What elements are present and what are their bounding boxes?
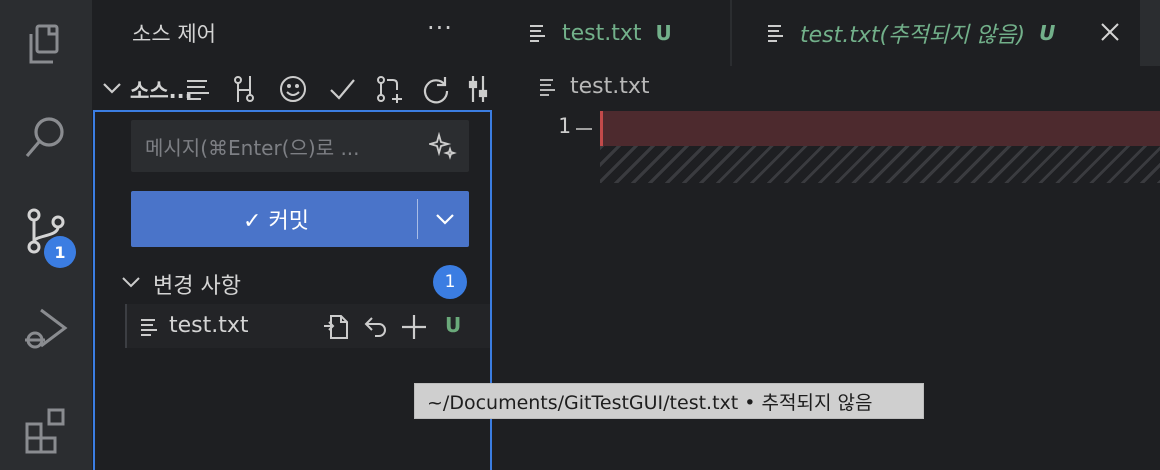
open-file-icon[interactable]	[321, 312, 351, 342]
commit-dropdown-button[interactable]	[421, 191, 469, 247]
tab-label: test.txt	[562, 20, 642, 46]
sparkle-icon[interactable]	[429, 132, 457, 160]
run-debug-icon[interactable]	[0, 282, 92, 372]
sidebar-title: 소스 제어	[132, 22, 216, 46]
file-lines-icon	[530, 25, 545, 42]
search-icon[interactable]	[0, 92, 92, 182]
commit-message-input[interactable]: 메시지(⌘Enter(으)로 ...	[131, 120, 469, 172]
source-control-toolbar: 소스...	[92, 68, 494, 110]
discard-changes-icon[interactable]	[361, 312, 391, 342]
tab-test-txt[interactable]: test.txt U	[494, 0, 730, 66]
commit-button[interactable]: ✓ 커밋	[131, 191, 469, 247]
sidebar-header: 소스 제어 ···	[92, 0, 494, 66]
commit-button-label[interactable]: ✓ 커밋	[131, 191, 421, 247]
file-lines-icon	[540, 78, 555, 96]
settings-sliders-icon[interactable]	[466, 74, 492, 104]
diff-empty-hatch	[600, 146, 1160, 183]
close-icon[interactable]	[1098, 20, 1122, 44]
more-actions-button[interactable]: ···	[427, 14, 453, 42]
commit-button-divider	[417, 199, 418, 239]
changed-file-row[interactable]: test.txt U	[125, 304, 490, 348]
tree-indent-guide	[125, 304, 127, 348]
refresh-icon[interactable]	[421, 74, 451, 104]
line-number: 1	[558, 114, 571, 138]
activity-bar: 1	[0, 0, 92, 470]
tab-status: U	[1039, 21, 1056, 45]
changes-group-header[interactable]: 변경 사항 1	[95, 262, 490, 302]
changed-file-name: test.txt	[169, 313, 249, 338]
deleted-line-highlight	[600, 111, 1160, 146]
stage-changes-icon[interactable]	[399, 312, 429, 342]
view-as-list-icon[interactable]	[183, 74, 213, 104]
deleted-line-marker	[576, 128, 592, 130]
tab-status: U	[655, 21, 672, 45]
breadcrumb[interactable]: test.txt	[538, 74, 650, 99]
file-lines-icon	[768, 25, 783, 42]
branch-compare-icon[interactable]	[229, 74, 259, 104]
explorer-icon[interactable]	[0, 0, 92, 90]
changes-group-label: 변경 사항	[153, 274, 241, 299]
tab-test-txt-untracked[interactable]: test.txt(추적되지 않음) U	[732, 0, 1140, 66]
chevron-down-icon[interactable]	[119, 270, 143, 294]
file-status-untracked: U	[445, 313, 462, 337]
file-lines-icon	[141, 319, 157, 336]
source-control-badge: 1	[44, 236, 76, 268]
commit-check-icon[interactable]	[327, 74, 357, 104]
editor-tab-bar: test.txt U test.txt(추적되지 않음) U	[494, 0, 1160, 66]
tab-label: test.txt(추적되지 않음)	[800, 23, 1026, 48]
tab-bar-empty-area	[1140, 0, 1160, 66]
chevron-down-icon[interactable]	[100, 76, 124, 100]
chevron-down-icon	[436, 214, 454, 225]
commit-message-placeholder: 메시지(⌘Enter(으)로 ...	[145, 135, 360, 160]
smiley-icon[interactable]	[278, 74, 308, 104]
extensions-icon[interactable]	[0, 384, 92, 470]
breadcrumb-file[interactable]: test.txt	[570, 74, 650, 99]
changes-count-badge: 1	[433, 265, 467, 299]
file-path-tooltip: ~/Documents/GitTestGUI/test.txt • 추적되지 않…	[414, 383, 924, 419]
pull-request-create-icon[interactable]	[374, 74, 404, 104]
source-control-icon[interactable]	[0, 186, 92, 276]
